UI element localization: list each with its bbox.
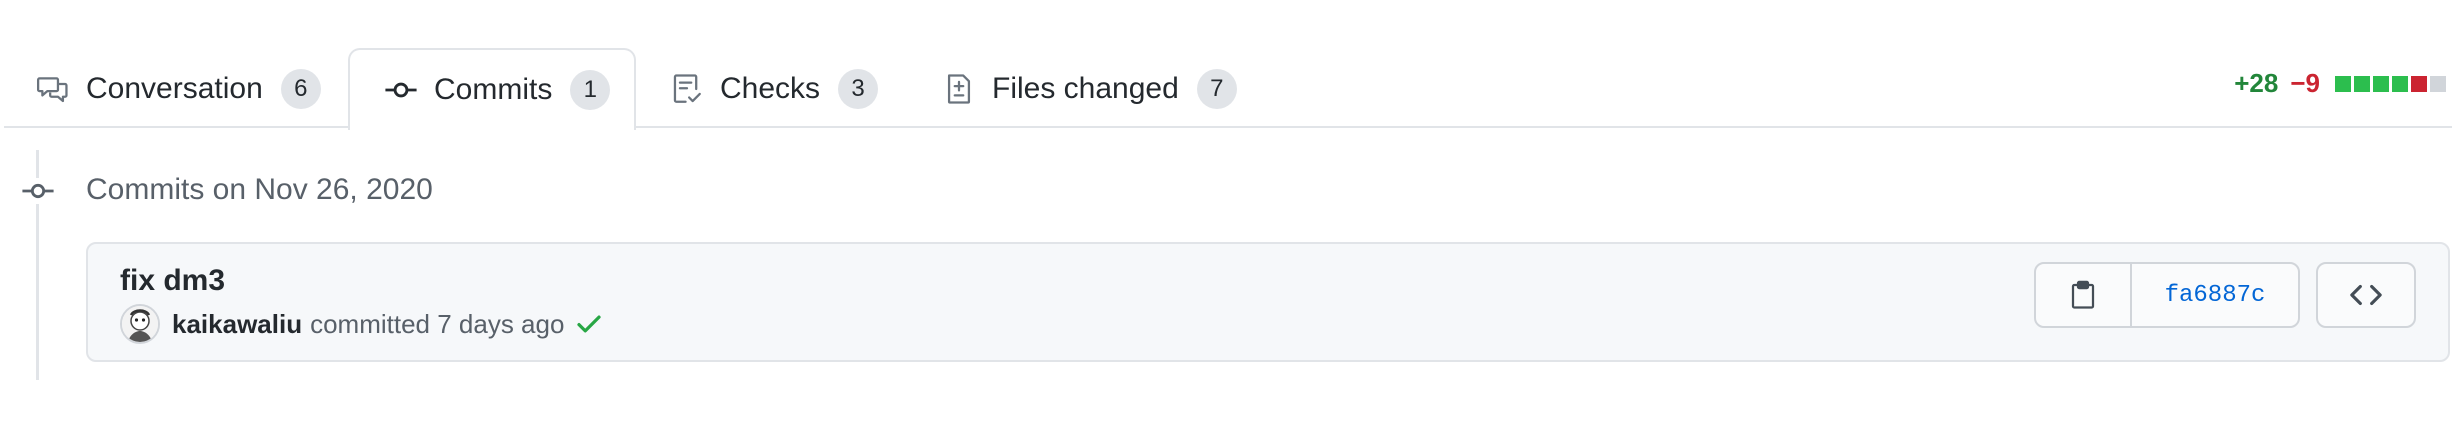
tab-conversation[interactable]: Conversation 6 [36, 50, 321, 128]
diffstat-additions: +28 [2234, 68, 2279, 98]
commit-time: 7 days ago [437, 308, 565, 339]
code-icon [2350, 284, 2382, 306]
commit-sha-button-group: fa6887c [2034, 262, 2300, 328]
commit-day-header: Commits on Nov 26, 2020 [86, 173, 433, 206]
check-icon[interactable] [574, 309, 604, 339]
commit-title-link[interactable]: fix dm3 [120, 264, 225, 298]
git-commit-icon [20, 178, 56, 204]
diffstat: +28 −9 [2234, 68, 2446, 99]
copy-sha-button[interactable] [2036, 264, 2132, 326]
commit-sha-link[interactable]: fa6887c [2132, 264, 2298, 326]
tab-label: Conversation [86, 72, 263, 105]
tab-counter: 3 [838, 69, 879, 109]
diffstat-block-added [2335, 75, 2351, 92]
tab-label: Checks [720, 72, 821, 105]
tab-checks[interactable]: Checks 3 [670, 50, 879, 128]
git-commit-icon [384, 73, 418, 107]
diffstat-block-deleted [2411, 75, 2427, 92]
comment-discussion-icon [36, 72, 70, 106]
tab-counter: 7 [1196, 69, 1237, 109]
diffstat-block-added [2354, 75, 2370, 92]
tab-label: Commits [434, 73, 553, 106]
tab-files-changed[interactable]: Files changed 7 [942, 50, 1237, 128]
file-diff-icon [942, 72, 976, 106]
diffstat-block-added [2392, 75, 2408, 92]
clippy-icon [2071, 280, 2095, 309]
commit-author-link[interactable]: kaikawaliu [172, 309, 302, 340]
diffstat-blocks [2332, 75, 2446, 92]
pr-tab-bar: Conversation 6 Commits 1 Checks 3 Files … [0, 0, 2452, 130]
commit-action: committed [310, 308, 430, 339]
diffstat-block-added [2373, 75, 2389, 92]
browse-repository-button[interactable] [2316, 262, 2416, 328]
tab-label: Files changed [992, 72, 1179, 105]
avatar[interactable] [120, 304, 160, 344]
checklist-icon [670, 72, 704, 106]
diffstat-block-neutral [2430, 75, 2446, 92]
commit-list-item: fix dm3 kaikawaliu committed 7 days ago [86, 242, 2450, 362]
tab-counter: 6 [280, 69, 321, 109]
tab-commits[interactable]: Commits 1 [348, 48, 636, 130]
diffstat-deletions: −9 [2290, 68, 2320, 98]
tab-counter: 1 [570, 70, 611, 110]
commit-meta: kaikawaliu committed 7 days ago [120, 304, 604, 344]
